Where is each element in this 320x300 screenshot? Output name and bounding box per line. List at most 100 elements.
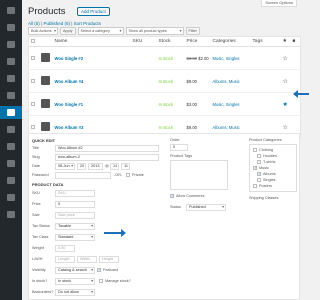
dashboard-icon[interactable] [0, 4, 22, 17]
featured-star-icon[interactable]: ★ [280, 92, 291, 116]
categories-cell[interactable]: Music, Singles [210, 46, 251, 70]
stock-status: In stock [156, 92, 185, 116]
sku-input[interactable]: SKU [55, 190, 95, 197]
tools-icon[interactable] [0, 174, 22, 187]
stock-status-select[interactable]: In stock [55, 278, 95, 285]
row-checkbox[interactable] [31, 78, 35, 83]
category-checkbox[interactable] [257, 171, 261, 176]
posts-icon[interactable] [0, 21, 22, 34]
sort-products-link[interactable]: Sort Products [74, 21, 101, 26]
table-row: Woo Single #1 In stock $3.00 Music, Sing… [28, 92, 301, 116]
category-select[interactable]: Select a category [77, 27, 124, 35]
filter-all[interactable]: All (5) [28, 21, 40, 26]
sku-cell [130, 46, 157, 70]
woocommerce-icon[interactable] [0, 89, 22, 102]
add-product-button[interactable]: Add Product [77, 7, 110, 16]
name-header[interactable]: Name [52, 36, 131, 47]
plugins-icon[interactable] [0, 140, 22, 153]
length-input[interactable]: Length [55, 256, 75, 263]
apply-button[interactable]: Apply [60, 27, 76, 35]
price-cell: $3.00 $2.00 [184, 46, 211, 70]
product-type-select[interactable]: Show all product types [125, 27, 184, 35]
weight-placeholder: 0.00 [58, 246, 66, 250]
backorders-select[interactable]: Do not allow [55, 289, 95, 296]
slug-input[interactable]: woo-album-2 [55, 154, 159, 161]
featured-star-icon[interactable]: ☆ [280, 46, 291, 70]
products-icon[interactable] [0, 106, 22, 119]
date-year-input[interactable]: 2013 [88, 163, 103, 170]
tax-class-select[interactable]: Standard [55, 234, 95, 241]
product-categories-label: Product Categories [249, 138, 282, 142]
select-all-checkbox[interactable] [31, 38, 35, 43]
product-thumbnail[interactable] [40, 53, 50, 62]
product-thumbnail[interactable] [40, 122, 50, 131]
date-day-input[interactable]: 20 [77, 163, 86, 170]
bulk-actions-select[interactable]: Bulk Actions [28, 27, 58, 35]
order-input[interactable]: 0 [170, 144, 188, 151]
allow-comments-checkbox[interactable] [170, 193, 174, 198]
visibility-select[interactable]: Catalog & search [55, 267, 95, 274]
admin-sidebar [0, 0, 22, 300]
private-label: Private [132, 173, 144, 177]
sku-header[interactable]: SKU [130, 36, 157, 47]
product-tags-textarea[interactable] [170, 160, 228, 190]
date-at: @ [105, 164, 109, 168]
media-icon[interactable] [0, 38, 22, 51]
filter-published[interactable]: Published (5) [43, 21, 70, 26]
categories-cell[interactable]: Albums, Music [210, 69, 251, 93]
category-checkbox[interactable] [257, 178, 261, 182]
in-stock-label: In stock? [32, 279, 48, 283]
title-input[interactable]: Woo Album #2 [55, 145, 159, 152]
settings-icon[interactable] [0, 191, 22, 204]
date-hour-input[interactable]: 14 [110, 163, 119, 170]
stock-header: Stock [156, 36, 185, 47]
product-name-link[interactable]: Woo Album #4 [52, 69, 131, 93]
sale-price-input[interactable]: Sale price [55, 212, 95, 219]
filter-button[interactable]: Filter [185, 27, 200, 35]
users-icon[interactable] [0, 157, 22, 170]
featured-star-icon[interactable]: ☆ [280, 69, 291, 93]
price-input[interactable]: 9 [55, 201, 95, 208]
date-label: Date [32, 164, 41, 168]
price-header[interactable]: Price [184, 36, 211, 47]
category-checkbox[interactable] [253, 165, 257, 170]
date-month-select[interactable]: 08-Jun [55, 163, 75, 170]
table-row: Woo Single #2 In stock $3.00 $2.00 Music… [28, 46, 301, 70]
row-checkbox[interactable] [31, 101, 35, 106]
tax-status-select[interactable]: Taxable [55, 223, 95, 230]
tags-header: Tags [250, 36, 281, 47]
weight-input[interactable]: 0.00 [55, 245, 75, 252]
status-filter-links: All (5) | Published (5) | Sort Products [28, 21, 101, 26]
product-name-link[interactable]: Woo Single #1 [52, 92, 131, 116]
product-thumbnail[interactable] [40, 76, 50, 85]
product-name-link[interactable]: Woo Single #2 [52, 46, 131, 70]
screen-options-button[interactable]: Screen Options [261, 0, 297, 7]
categories-cell[interactable]: Music, Singles [210, 92, 251, 116]
table-header-row: Name SKU Stock Price Categories Tags ★ ■ [28, 36, 301, 47]
row-checkbox[interactable] [31, 124, 35, 129]
height-input[interactable]: Height [99, 256, 119, 263]
row-checkbox[interactable] [31, 55, 35, 60]
category-checkbox[interactable] [253, 148, 257, 152]
password-input[interactable] [55, 172, 111, 179]
manage-stock-checkbox[interactable] [99, 279, 103, 283]
status-select[interactable]: Published [186, 204, 226, 211]
width-placeholder: Width [80, 257, 90, 261]
comments-icon[interactable] [0, 72, 22, 85]
collapse-icon[interactable] [0, 208, 22, 221]
date-minute-input[interactable]: 11 [121, 163, 130, 170]
category-label: Singles [263, 178, 276, 182]
category-checkbox[interactable] [253, 184, 257, 188]
type-header-icon: ■ [290, 36, 301, 47]
appearance-icon[interactable] [0, 123, 22, 136]
featured-header-icon[interactable]: ★ [280, 36, 291, 47]
category-checkbox[interactable] [257, 160, 261, 164]
quick-edit-heading: QUICK EDIT [32, 138, 56, 143]
width-input[interactable]: Width [77, 256, 97, 263]
private-checkbox[interactable] [126, 173, 130, 177]
category-checkbox[interactable] [257, 154, 261, 158]
type-icon [290, 46, 301, 70]
pages-icon[interactable] [0, 55, 22, 68]
product-thumbnail[interactable] [40, 99, 50, 108]
featured-checkbox[interactable] [97, 267, 101, 272]
